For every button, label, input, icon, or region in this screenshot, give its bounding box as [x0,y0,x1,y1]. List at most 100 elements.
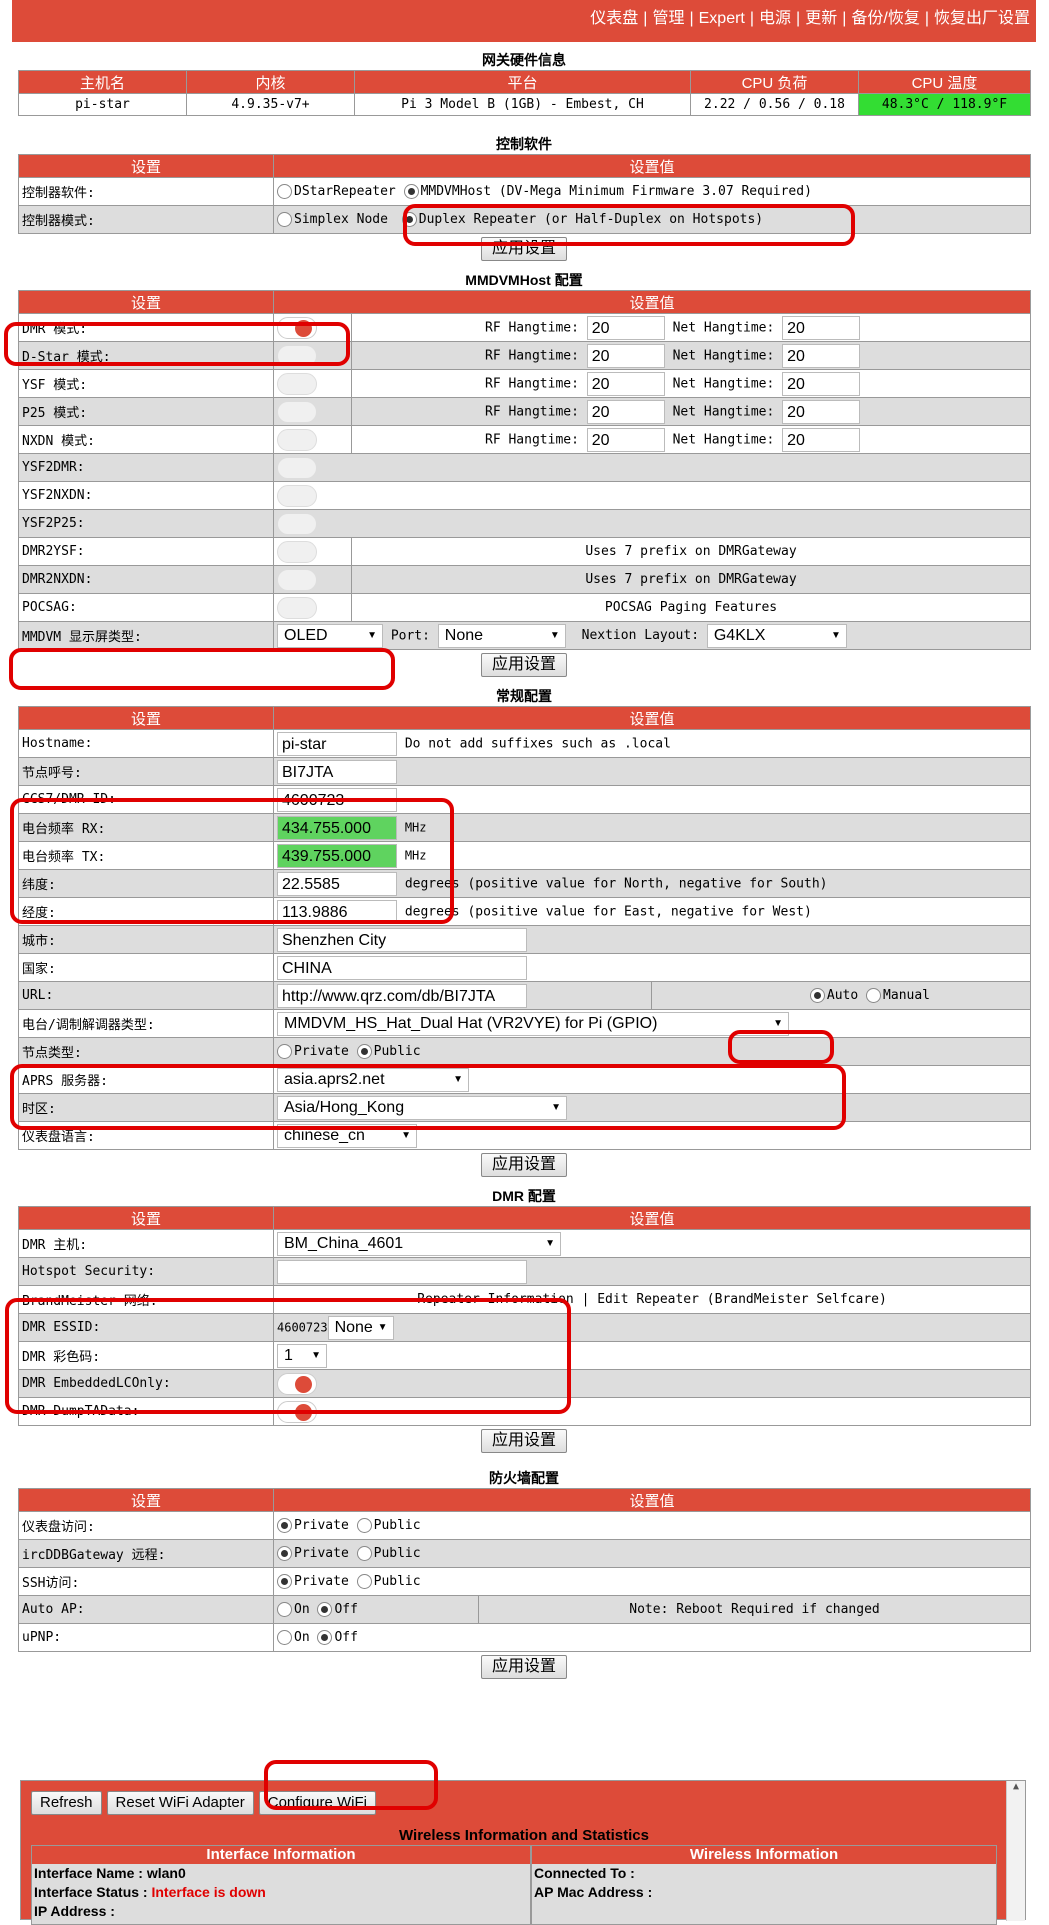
ysf-net-hangtime-input[interactable]: 20 [782,371,861,396]
radio-irc-public[interactable] [356,1546,372,1561]
apply-button-general[interactable]: 应用设置 [480,1152,567,1177]
nav-admin[interactable]: 管理 [652,10,684,27]
timezone-select[interactable]: Asia/Hong_Kong ▼ [277,1095,567,1120]
hostname-input[interactable]: pi-star [277,731,397,756]
radio-ssh-private[interactable] [277,1574,292,1589]
radio-ssh-public[interactable] [356,1574,372,1589]
radio-url-manual[interactable] [866,988,882,1003]
ysf-rf-hangtime-input[interactable]: 20 [586,371,665,396]
ysf2nxdn-label: YSF2NXDN: [18,481,274,510]
p25-net-hangtime-input[interactable]: 20 [782,399,861,424]
nav-factory-reset[interactable]: 恢复出厂设置 [934,10,1030,27]
radio-duplex[interactable] [401,212,417,227]
radio-node-public[interactable] [356,1044,372,1059]
p25-mode-toggle[interactable] [277,400,317,423]
modem-type-value: MMDVM_HS_Hat_Dual Hat (VR2VYE) for Pi (G… [284,1014,658,1032]
mmdvm-table: 设置 设置值 DMR 模式: RF Hangtime: 20 Net Hangti… [18,290,1032,650]
apply-button-firewall[interactable]: 应用设置 [480,1654,567,1679]
ysf2nxdn-toggle[interactable] [277,484,317,507]
dmr-id-input[interactable]: 4600723 [277,787,397,812]
apply-button-mmdvm[interactable]: 应用设置 [480,652,567,677]
ysf-mode-toggle[interactable] [277,372,317,395]
nav-backup[interactable]: 备份/恢复 [851,10,919,27]
city-input[interactable]: Shenzhen City [277,927,527,952]
dmr-color-code-label: DMR 彩色码: [18,1341,274,1370]
nextion-layout-select[interactable]: G4KLX ▼ [706,623,847,648]
radio-mmdvmhost[interactable] [403,184,419,199]
radio-dstarrepeater[interactable] [277,184,292,199]
radio-upnp-off[interactable] [317,1630,333,1645]
dmr-mode-toggle[interactable] [277,316,317,339]
wifi-panel: Refresh Reset WiFi Adapter Configure WiFi … [20,1780,1026,1925]
dmr-master-select[interactable]: BM_China_4601 ▼ [277,1231,561,1256]
nav-expert[interactable]: Expert [699,10,745,27]
dstar-mode-toggle[interactable] [277,344,317,367]
tx-freq-input[interactable]: 439.755.000 [277,843,397,868]
nav-dashboard[interactable]: 仪表盘 [590,10,638,27]
wifi-scrollbar[interactable]: ▲ [1006,1781,1025,1921]
dmr2nxdn-note: Uses 7 prefix on DMRGateway [350,565,1032,594]
url-input[interactable]: http://www.qrz.com/db/BI7JTA [277,983,527,1008]
nav-power[interactable]: 电源 [759,10,791,27]
apply-button-dmr[interactable]: 应用设置 [480,1428,567,1453]
radio-irc-private[interactable] [277,1546,292,1561]
radio-dash-public[interactable] [356,1518,372,1533]
ctrl-header-value: 设置值 [273,154,1031,178]
callsign-input[interactable]: BI7JTA [277,759,397,784]
radio-simplex[interactable] [277,212,292,227]
nxdn-net-hangtime-input[interactable]: 20 [782,427,861,452]
nav-update[interactable]: 更新 [805,10,837,27]
p25-rf-hangtime-input[interactable]: 20 [586,399,665,424]
wifi-refresh-button[interactable]: Refresh [31,1791,102,1815]
dmr-embedded-lc-toggle[interactable] [277,1372,317,1395]
scroll-up-icon[interactable]: ▲ [1007,1781,1025,1792]
longitude-input[interactable]: 113.9886 [277,899,397,924]
radio-autoap-on[interactable] [277,1602,292,1617]
display-type-value: OLED [284,626,328,644]
ssh-access-label: SSH访问: [18,1567,274,1596]
ysf2dmr-toggle[interactable] [277,456,317,479]
dmr-essid-select[interactable]: None ▼ [327,1315,394,1340]
radio-upnp-on[interactable] [277,1630,292,1645]
hotspot-security-input[interactable] [277,1259,527,1284]
modem-type-select[interactable]: MMDVM_HS_Hat_Dual Hat (VR2VYE) for Pi (G… [277,1011,789,1036]
chevron-down-icon: ▼ [545,1237,555,1249]
edit-repeater-link[interactable]: | Edit Repeater (BrandMeister Selfcare) [582,1292,887,1307]
rx-freq-input[interactable]: 434.755.000 [277,815,397,840]
p25-rf-hangtime-label: RF Hangtime: [485,404,579,419]
latitude-input[interactable]: 22.5585 [277,871,397,896]
dmr2ysf-toggle[interactable] [277,540,317,563]
wifi-configure-button[interactable]: Configure WiFi [258,1791,376,1815]
country-input[interactable]: CHINA [277,955,527,980]
display-type-select[interactable]: OLED ▼ [277,623,383,648]
ysf2p25-toggle[interactable] [277,512,317,535]
port-select[interactable]: None ▼ [437,623,566,648]
repeater-info-link[interactable]: Repeater Information [417,1292,574,1307]
pocsag-toggle[interactable] [277,596,317,619]
dstar-rf-hangtime-input[interactable]: 20 [586,343,665,368]
interface-info-header: Interface Information [32,1846,530,1864]
dstar-net-hangtime-input[interactable]: 20 [782,343,861,368]
radio-mmdvmhost-label: MMDVMHost (DV-Mega Minimum Firmware 3.07… [420,184,812,199]
hw-table: 主机名 内核 平台 CPU 负荷 CPU 温度 pi-star 4.9.35-v… [18,70,1031,116]
dmr-color-code-select[interactable]: 1 ▼ [277,1343,327,1368]
radio-node-private[interactable] [277,1044,292,1059]
radio-url-auto[interactable] [809,988,825,1003]
dmr-net-hangtime-input[interactable]: 20 [782,315,861,340]
nxdn-rf-hangtime-input[interactable]: 20 [586,427,665,452]
ctrl-software-label: 控制器软件: [18,177,274,206]
dmr-rf-hangtime-input[interactable]: 20 [586,315,665,340]
language-select[interactable]: chinese_cn ▼ [277,1123,417,1148]
auto-ap-label: Auto AP: [18,1595,274,1624]
radio-dash-private[interactable] [277,1518,292,1533]
nextion-layout-label: Nextion Layout: [581,628,700,643]
nxdn-mode-toggle[interactable] [277,428,317,451]
fw-header-setting: 设置 [18,1488,274,1512]
aprs-select[interactable]: asia.aprs2.net ▼ [277,1067,469,1092]
apply-button-ctrl[interactable]: 应用设置 [480,236,567,261]
dmr-dump-ta-toggle[interactable] [277,1400,317,1423]
ctrl-mode-label: 控制器模式: [18,205,274,234]
radio-autoap-off[interactable] [317,1602,333,1617]
wifi-reset-button[interactable]: Reset WiFi Adapter [106,1791,254,1815]
dmr2nxdn-toggle[interactable] [277,568,317,591]
